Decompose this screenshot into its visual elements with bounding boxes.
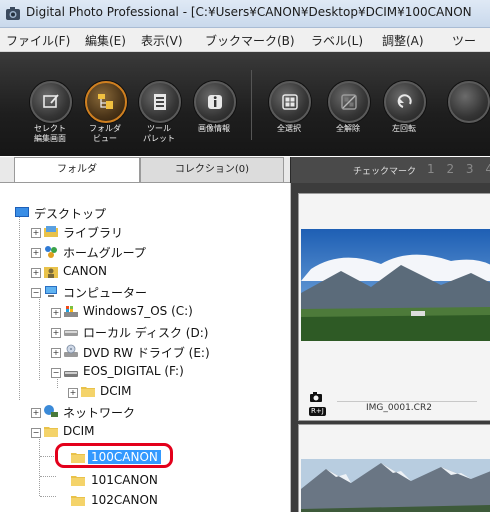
menu-tools[interactable]: ツー — [452, 32, 476, 49]
expand-icon[interactable]: + — [31, 248, 41, 258]
deselect-all-button[interactable]: 全解除 — [320, 52, 376, 156]
menu-view[interactable]: 表示(V) — [141, 32, 183, 49]
folder-icon — [81, 387, 95, 397]
select-all-icon — [282, 94, 298, 110]
rotate-left-button[interactable]: 左回転 — [376, 52, 432, 156]
menu-edit[interactable]: 編集(E) — [85, 32, 126, 49]
tree-line — [40, 476, 56, 477]
raw-jpeg-badge: R+J — [309, 407, 326, 416]
expand-icon[interactable]: + — [51, 348, 61, 358]
thumbnail-filename: IMG_0001.CR2 — [366, 403, 432, 413]
select-all-label: 全選択 — [277, 124, 301, 133]
checkmark-bar: チェックマーク 1 2 3 4 — [290, 157, 490, 183]
disk-drive-icon — [64, 330, 78, 336]
deselect-all-label: 全解除 — [336, 124, 360, 133]
dpp-window: Digital Photo Professional - [C:¥Users¥C… — [0, 0, 490, 512]
edit-window-icon — [43, 94, 59, 108]
collapse-icon[interactable]: − — [51, 368, 61, 378]
tree-line — [40, 496, 56, 497]
panel-tabs: フォルダ コレクション(0) — [0, 157, 290, 183]
thumbnail-card[interactable] — [298, 424, 490, 512]
deselect-all-icon — [341, 94, 357, 110]
folder-icon — [71, 496, 85, 506]
homegroup-icon — [45, 246, 57, 258]
expand-icon[interactable]: + — [68, 388, 78, 398]
checkmark-label: チェックマーク — [353, 167, 417, 177]
thumbnail-card[interactable]: R+J IMG_0001.CR2 — [298, 193, 490, 421]
tool-palette-icon — [154, 94, 166, 110]
dvd-drive-icon — [64, 344, 78, 357]
collapse-icon[interactable]: − — [31, 288, 41, 298]
rotate-left-label: 左回転 — [392, 124, 416, 133]
menu-bar: ファイル(F) 編集(E) 表示(V) ブックマーク(B) ラベル(L) 調整(… — [0, 28, 490, 52]
info-icon — [208, 95, 222, 109]
menu-bookmark[interactable]: ブックマーク(B) — [205, 32, 295, 49]
highlight-callout — [55, 443, 173, 468]
expand-icon[interactable]: + — [51, 328, 61, 338]
title-bar: Digital Photo Professional - [C:¥Users¥C… — [0, 0, 490, 28]
tree-line — [39, 436, 40, 496]
window-title: Digital Photo Professional - [C:¥Users¥C… — [26, 5, 472, 19]
menu-file[interactable]: ファイル(F) — [6, 32, 70, 49]
expand-icon[interactable]: + — [31, 228, 41, 238]
library-icon — [44, 226, 58, 237]
divider — [337, 401, 477, 402]
select-all-button[interactable]: 全選択 — [261, 52, 317, 156]
tab-collection[interactable]: コレクション(0) — [140, 157, 284, 182]
thumbnail-image — [301, 229, 490, 341]
user-folder-icon — [44, 267, 58, 278]
thumbnail-image — [301, 459, 490, 512]
folder-view-icon — [98, 94, 113, 109]
tab-folder[interactable]: フォルダ — [14, 157, 140, 182]
tree-line — [40, 456, 56, 457]
removable-drive-icon — [64, 371, 78, 377]
network-icon — [44, 405, 58, 417]
expand-icon[interactable]: + — [51, 308, 61, 318]
tree-line — [19, 216, 20, 400]
desktop-icon — [15, 207, 29, 217]
next-toolbar-button[interactable] — [440, 52, 490, 156]
expand-icon[interactable]: + — [31, 268, 41, 278]
thumbnail-area: R+J IMG_0001.CR2 — [291, 183, 490, 512]
os-drive-icon — [64, 306, 78, 317]
checkmark-numbers[interactable]: 1 2 3 4 — [427, 162, 490, 176]
toolbar: セレクト 編集画面 フォルダ ビュー ツール パレット 画像情報 全選択 全解除… — [0, 52, 490, 156]
collapse-icon[interactable]: − — [31, 428, 41, 438]
app-camera-icon — [6, 7, 20, 20]
tool-palette-button[interactable]: ツール パレット — [131, 52, 187, 156]
image-info-label: 画像情報 — [198, 124, 230, 133]
camera-icon — [310, 392, 322, 402]
edit-window-button[interactable]: セレクト 編集画面 — [22, 52, 78, 156]
folder-icon — [71, 476, 85, 486]
menu-adjust[interactable]: 調整(A) — [382, 32, 424, 49]
rotate-left-icon — [397, 94, 412, 108]
image-info-button[interactable]: 画像情報 — [186, 52, 242, 156]
menu-label[interactable]: ラベル(L) — [311, 32, 363, 49]
toolbar-separator — [251, 70, 252, 140]
tree-line — [39, 296, 40, 380]
computer-icon — [45, 286, 57, 297]
expand-icon[interactable]: + — [31, 408, 41, 418]
folder-view-button[interactable]: フォルダ ビュー — [77, 52, 133, 156]
folder-icon — [44, 427, 58, 437]
